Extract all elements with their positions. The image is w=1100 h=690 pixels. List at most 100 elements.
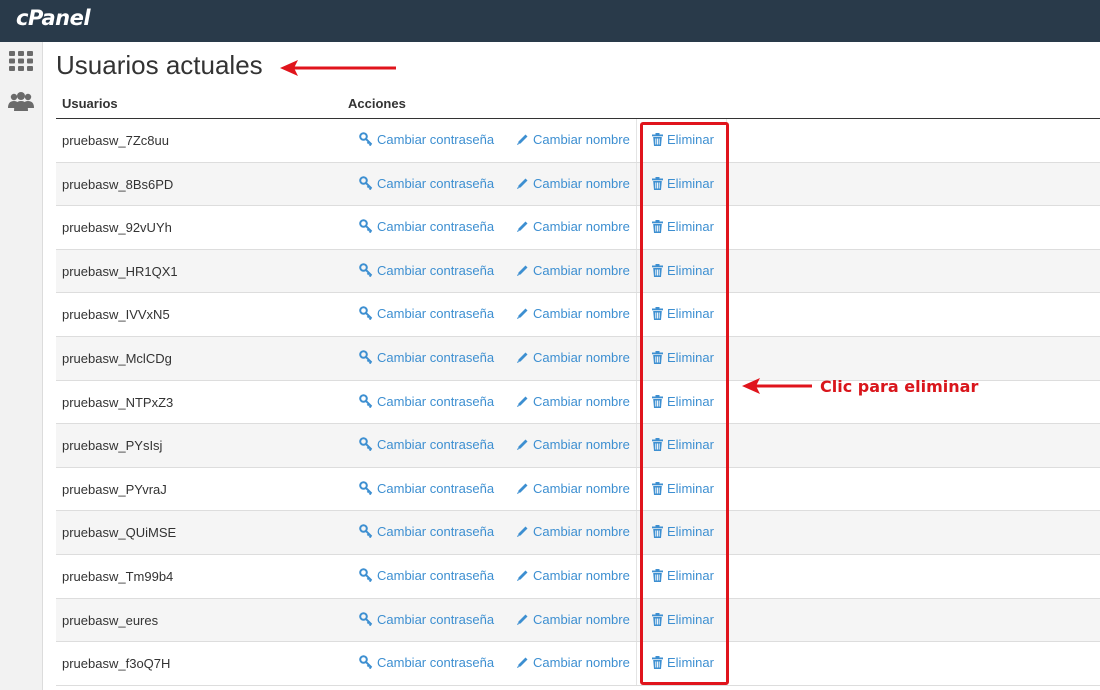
change-password-link[interactable]: Cambiar contraseña [359,263,494,278]
username: pruebasw_7Zc8uu [62,133,169,148]
pencil-icon [517,178,528,189]
delete-link[interactable]: Eliminar [652,176,714,191]
rename-link[interactable]: Cambiar nombre [516,350,630,365]
change-password-label: Cambiar contraseña [377,262,495,278]
table-row: pruebasw_PYvraJ Cambiar contraseña Cambiar… [56,467,1100,512]
delete-link[interactable]: Eliminar [652,655,714,670]
pencil-icon [517,526,528,538]
table-row: pruebasw_HR1QX1 Cambiar contraseña Cambiar… [56,249,1100,294]
change-password-link[interactable]: Cambiar contraseña [359,306,494,321]
rename-link[interactable]: Cambiar nombre [516,568,630,583]
column-separator [636,162,637,206]
trash-icon [652,394,663,408]
change-password-label: Cambiar contraseña [377,393,495,409]
delete-link[interactable]: Eliminar [652,219,714,234]
username: pruebasw_PYsIsj [62,438,163,454]
trash-icon [652,220,663,234]
column-separator [726,206,727,249]
delete-link[interactable]: Eliminar [652,263,714,278]
cpanel-logo[interactable]: cPanel [16,6,91,30]
username: pruebasw_8Bs6PD [62,176,174,192]
page-title: Usuarios actuales [56,50,263,80]
change-password-link[interactable]: Cambiar contraseña [359,132,494,147]
trash-icon [652,568,663,582]
delete-link[interactable]: Eliminar [652,612,714,627]
change-password-label: Cambiar contraseña [377,611,495,627]
trash-icon [652,263,663,277]
username: pruebasw_MclCDg [62,350,172,366]
delete-link[interactable]: Eliminar [652,481,714,496]
change-password-link[interactable]: Cambiar contraseña [359,655,494,670]
change-password-label: Cambiar contraseña [377,306,495,322]
rename-link[interactable]: Cambiar nombre [516,524,630,539]
delete-link[interactable]: Eliminar [652,437,714,452]
column-separator [636,467,637,511]
rename-link[interactable]: Cambiar nombre [516,394,630,409]
column-header-users[interactable]: Usuarios [62,96,118,111]
rename-link[interactable]: Cambiar nombre [516,655,630,670]
username: pruebasw_eures [62,612,159,628]
key-icon [359,524,373,539]
pencil-icon [517,396,528,407]
key-icon [359,437,373,452]
change-password-link[interactable]: Cambiar contraseña [359,481,494,496]
delete-link[interactable]: Eliminar [652,350,714,365]
key-icon [359,655,373,670]
rename-link[interactable]: Cambiar nombre [516,481,630,496]
change-password-link[interactable]: Cambiar contraseña [359,437,494,452]
column-separator [636,424,637,467]
key-icon [359,568,373,583]
table-row: pruebasw_92vUYh Cambiar contraseña Cambiar… [56,206,1100,250]
delete-link[interactable]: Eliminar [652,132,714,147]
change-password-link[interactable]: Cambiar contraseña [359,176,494,191]
delete-label: Eliminar [667,524,714,540]
column-separator [726,424,727,467]
rename-link[interactable]: Cambiar nombre [516,219,630,234]
change-password-label: Cambiar contraseña [377,219,495,235]
delete-link[interactable]: Eliminar [652,306,714,321]
change-password-link[interactable]: Cambiar contraseña [359,612,494,627]
rename-label: Cambiar nombre [533,306,630,322]
username: pruebasw_PYvraJ [62,481,167,497]
delete-link[interactable]: Eliminar [652,568,714,583]
column-separator [636,249,637,293]
delete-label: Eliminar [667,219,714,235]
rename-link[interactable]: Cambiar nombre [516,306,630,321]
rename-link[interactable]: Cambiar nombre [516,132,630,147]
rename-link[interactable]: Cambiar nombre [516,176,630,191]
rename-link[interactable]: Cambiar nombre [516,437,630,452]
rename-label: Cambiar nombre [533,524,630,540]
rename-label: Cambiar nombre [533,567,630,583]
users-icon[interactable] [8,90,34,116]
change-password-link[interactable]: Cambiar contraseña [359,524,494,539]
column-separator [726,642,727,685]
delete-link[interactable]: Eliminar [652,394,714,409]
delete-label: Eliminar [667,655,714,671]
pencil-icon [517,483,528,494]
change-password-link[interactable]: Cambiar contraseña [359,568,494,583]
table-row: pruebasw_MclCDg Cambiar contraseña Cambiar… [56,336,1100,381]
main-content: Usuarios actuales Usuarios Acciones prue… [56,42,1100,690]
column-separator [726,336,727,380]
change-password-link[interactable]: Cambiar contraseña [359,394,494,409]
change-password-label: Cambiar contraseña [377,480,495,496]
key-icon [359,262,373,277]
column-separator [636,293,637,336]
rename-label: Cambiar nombre [533,175,630,191]
grid-icon[interactable] [8,50,34,76]
trash-icon [652,438,663,452]
trash-icon [652,133,663,146]
delete-label: Eliminar [667,306,714,322]
column-separator [726,380,727,424]
column-separator [726,249,727,293]
rename-link[interactable]: Cambiar nombre [516,263,630,278]
rename-link[interactable]: Cambiar nombre [516,612,630,627]
username: pruebasw_HR1QX1 [62,263,178,279]
pencil-icon [517,570,528,581]
change-password-link[interactable]: Cambiar contraseña [359,350,494,365]
rename-label: Cambiar nombre [533,349,630,365]
delete-link[interactable]: Eliminar [652,524,714,539]
change-password-link[interactable]: Cambiar contraseña [359,219,494,234]
username: pruebasw_92vUYh [62,220,172,236]
change-password-label: Cambiar contraseña [377,655,495,671]
